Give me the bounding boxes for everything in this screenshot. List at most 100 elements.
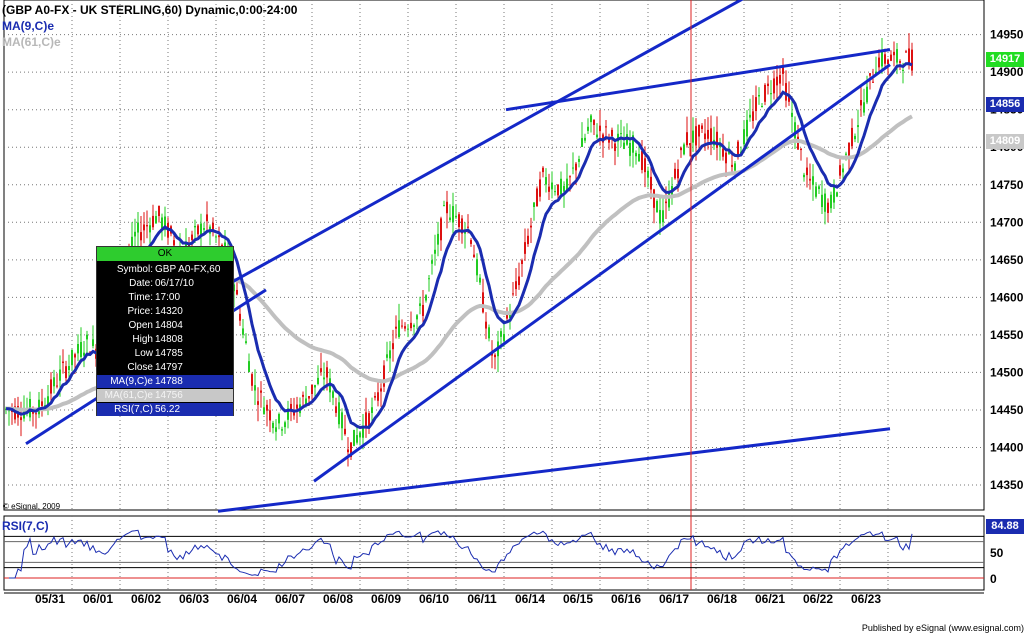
candle-body xyxy=(92,339,94,346)
candle-body xyxy=(518,276,520,286)
date-tick-label: 06/09 xyxy=(371,592,401,606)
candle-body xyxy=(746,119,748,137)
candle-body xyxy=(800,148,802,151)
candle-body xyxy=(296,404,298,409)
candle-body xyxy=(563,185,565,192)
candle-body xyxy=(152,215,154,228)
last-price-tag: 14917 xyxy=(986,52,1024,67)
candle-body xyxy=(365,412,367,427)
candle-body xyxy=(479,277,481,283)
data-key: RSI(7,C) xyxy=(114,404,153,415)
candle-body xyxy=(143,224,145,231)
candle-body xyxy=(815,186,817,197)
data-row-low: Low 14785 xyxy=(97,347,233,360)
candle-body xyxy=(677,169,679,179)
candle-body xyxy=(674,168,676,179)
candle-body xyxy=(593,119,595,125)
candle-body xyxy=(407,328,409,330)
date-tick-label: 06/22 xyxy=(803,592,833,606)
candle-body xyxy=(791,112,793,117)
candle-body xyxy=(71,349,73,366)
candle-body xyxy=(269,410,271,421)
candle-body xyxy=(833,186,835,203)
data-value: 14320 xyxy=(155,306,183,317)
candle-body xyxy=(698,124,700,137)
candle-body xyxy=(56,385,58,387)
candle-body xyxy=(707,129,709,139)
candle-body xyxy=(65,366,67,379)
candle-body xyxy=(776,76,778,86)
candle-body xyxy=(560,178,562,195)
date-tick-label: 05/31 xyxy=(35,592,65,606)
candle-body xyxy=(590,115,592,123)
candle-body xyxy=(536,188,538,207)
candle-body xyxy=(680,147,682,151)
candle-body xyxy=(254,385,256,391)
data-key: Symbol: xyxy=(116,264,153,275)
candle-body xyxy=(452,206,454,223)
candle-body xyxy=(260,390,262,393)
candle-body xyxy=(203,228,205,230)
date-tick-label: 06/07 xyxy=(275,592,305,606)
candle-body xyxy=(644,158,646,173)
candle-body xyxy=(794,122,796,139)
date-tick-label: 06/18 xyxy=(707,592,737,606)
data-key: MA(61,C)e xyxy=(104,390,153,401)
candle-body xyxy=(683,144,685,155)
candle-body xyxy=(425,295,427,301)
candle-body xyxy=(470,240,472,244)
candle-body xyxy=(80,342,82,358)
candle-body xyxy=(344,428,346,435)
candle-body xyxy=(155,216,157,224)
candle-body xyxy=(785,83,787,101)
date-tick-label: 06/14 xyxy=(515,592,545,606)
rsi-value-tag: 84.88 xyxy=(986,519,1024,534)
data-value: 06/17/10 xyxy=(155,278,194,289)
candle-body xyxy=(641,151,643,170)
data-row-symbol: Symbol: GBP A0-FX,60 xyxy=(97,263,233,276)
candle-body xyxy=(482,292,484,313)
candle-body xyxy=(512,293,514,295)
candle-body xyxy=(539,179,541,197)
data-value: 14808 xyxy=(155,334,183,345)
candle-body xyxy=(605,126,607,128)
candle-body xyxy=(749,114,751,118)
candle-body xyxy=(458,214,460,228)
candle-body xyxy=(359,432,361,438)
candle-body xyxy=(290,403,292,409)
candle-body xyxy=(404,326,406,329)
candle-body xyxy=(41,401,43,406)
price-tick-label: 14650 xyxy=(990,253,1024,267)
cursor-data-window[interactable]: OK Symbol: GBP A0-FX,60 Date: 06/17/10 Tim… xyxy=(96,246,234,416)
data-value: 14797 xyxy=(155,362,183,373)
candle-body xyxy=(272,422,274,429)
candle-body xyxy=(734,163,736,171)
candle-body xyxy=(521,260,523,265)
candle-body xyxy=(533,202,535,208)
date-tick-label: 06/23 xyxy=(851,592,881,606)
candle-body xyxy=(50,379,52,394)
candle-body xyxy=(830,194,832,209)
candle-body xyxy=(899,61,901,63)
candle-body xyxy=(599,125,601,132)
candle-body xyxy=(236,289,238,295)
candle-body xyxy=(614,143,616,151)
candle-body xyxy=(437,233,439,245)
candle-body xyxy=(380,388,382,392)
date-tick-label: 06/02 xyxy=(131,592,161,606)
candle-body xyxy=(857,125,859,128)
candle-body xyxy=(341,412,343,429)
copyright-text: © eSignal, 2009 xyxy=(3,502,61,511)
candle-body xyxy=(812,176,814,185)
candle-body xyxy=(779,75,781,84)
candle-body xyxy=(257,401,259,405)
candle-body xyxy=(701,125,703,130)
candle-body xyxy=(884,54,886,64)
data-window-ok-button[interactable]: OK xyxy=(97,247,233,261)
candle-body xyxy=(431,260,433,264)
rsi-tick-label: 50 xyxy=(990,546,1004,560)
candle-body xyxy=(524,242,526,254)
candle-body xyxy=(869,73,871,76)
candle-body xyxy=(161,217,163,229)
data-key: Close xyxy=(127,362,153,373)
